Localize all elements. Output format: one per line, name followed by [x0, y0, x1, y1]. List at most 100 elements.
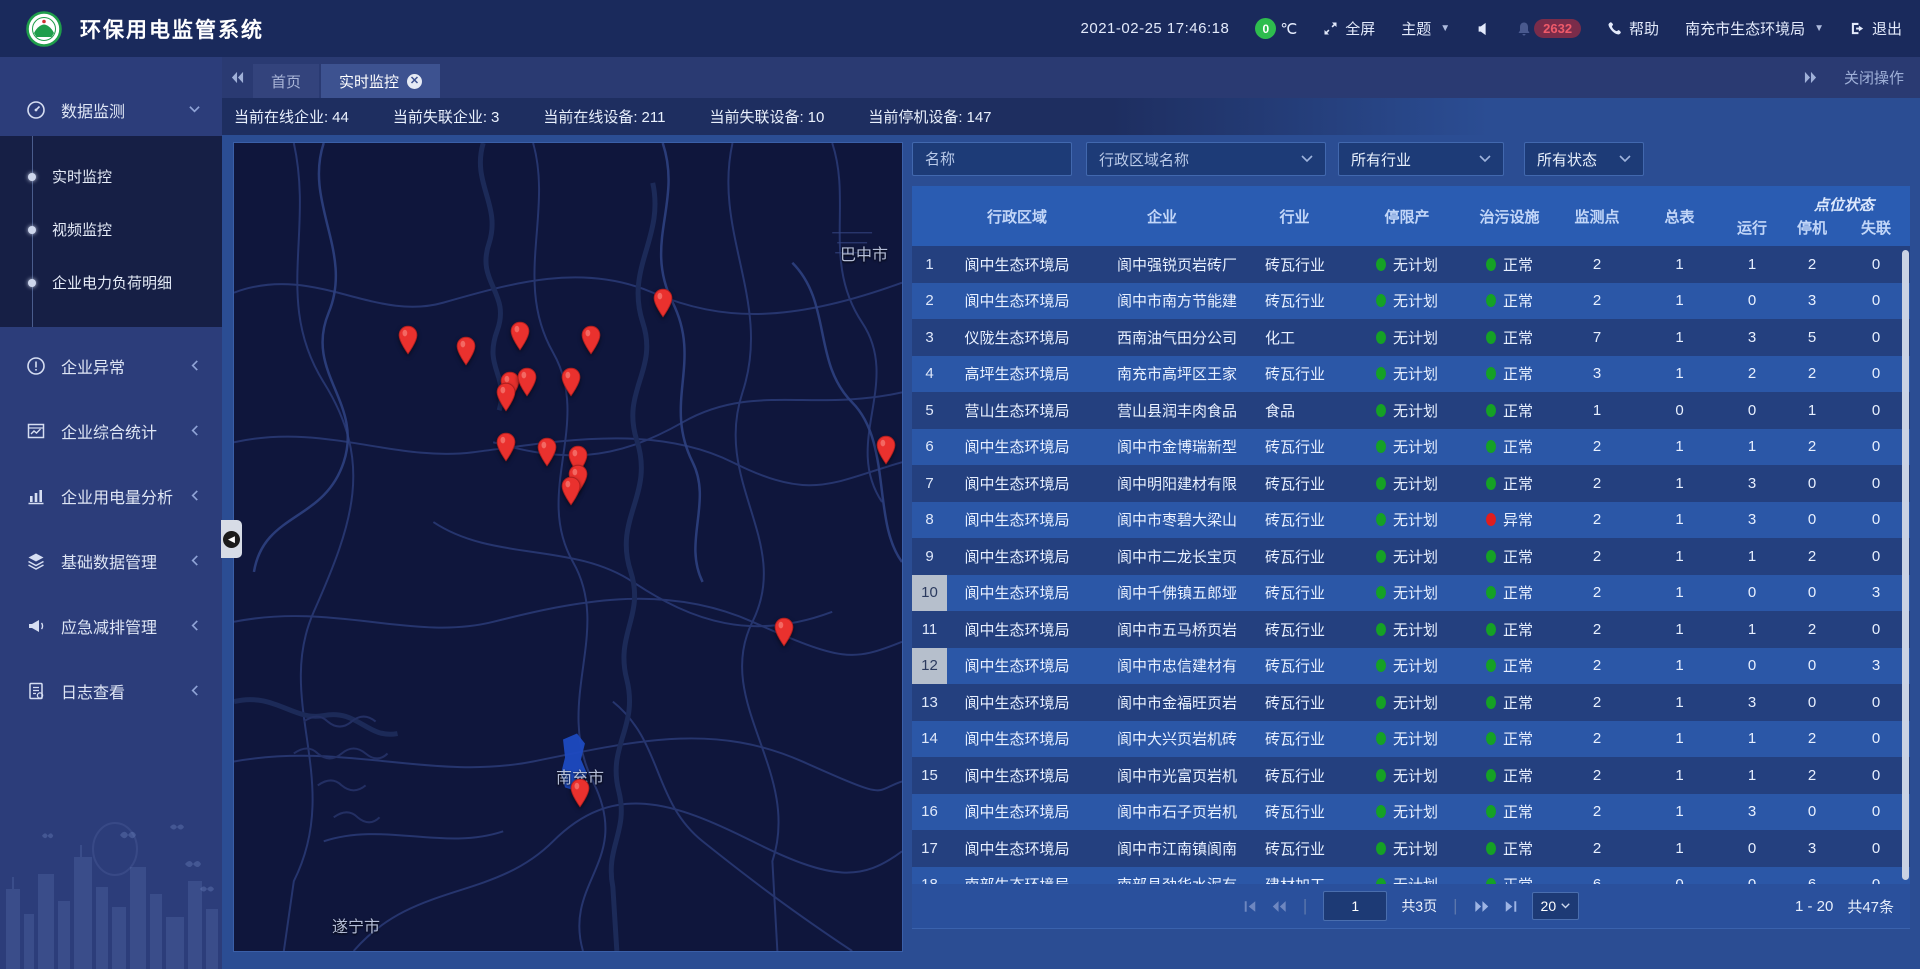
theme-dropdown[interactable]: 主题 ▼ [1401, 18, 1450, 39]
sidebar-item-power-usage-analysis[interactable]: 企业用电量分析 [0, 469, 222, 522]
sidebar-group-base-data-mgmt: 基础数据管理 [0, 534, 222, 587]
help-label: 帮助 [1629, 18, 1659, 39]
map-pin[interactable] [773, 617, 795, 647]
map-pin[interactable] [875, 435, 897, 465]
logout-button[interactable]: 退出 [1850, 18, 1902, 39]
cell-meters: 1 [1637, 584, 1722, 601]
tabs-scroll-left-button[interactable] [230, 71, 245, 84]
cell-stopped: 0 [1782, 694, 1842, 711]
map-pin[interactable] [516, 367, 538, 397]
cell-region: 营山生态环境局 [947, 400, 1087, 421]
table-row[interactable]: 17 阆中生态环境局 阆中市江南镇阆南页岩 砖瓦行业 无计划 正常 2 1 0 … [912, 830, 1910, 867]
table-row[interactable]: 15 阆中生态环境局 阆中市光富页岩机砖厂 砖瓦行业 无计划 正常 2 1 1 … [912, 757, 1910, 794]
status-dot-icon [1486, 440, 1496, 453]
map-pin[interactable] [580, 325, 602, 355]
page-size-select[interactable]: 20 [1532, 892, 1580, 920]
table-row[interactable]: 8 阆中生态环境局 阆中市枣碧大梁山页岩 砖瓦行业 无计划 异常 2 1 3 0… [912, 502, 1910, 539]
sidebar-subitem-power-load-detail[interactable]: 企业电力负荷明细 [0, 256, 222, 309]
cell-row-index: 3 [912, 319, 947, 356]
cell-points: 2 [1557, 584, 1637, 601]
cell-lost: 0 [1842, 438, 1910, 455]
table-scrollbar[interactable] [1902, 250, 1909, 880]
stats-bar: 当前在线企业:44当前失联企业:3当前在线设备:211当前失联设备:10当前停机… [222, 98, 1920, 135]
map-pin[interactable] [560, 476, 582, 506]
sidebar-subitem-realtime-monitoring[interactable]: 实时监控 [0, 150, 222, 203]
industry-filter-select[interactable]: 所有行业 [1338, 142, 1504, 176]
table-row[interactable]: 11 阆中生态环境局 阆中市五马桥页岩机砖 砖瓦行业 无计划 正常 2 1 1 … [912, 611, 1910, 648]
tab-close-icon[interactable]: ✕ [407, 74, 422, 89]
cell-running: 3 [1722, 803, 1782, 820]
sidebar-submenu-data-monitoring: 实时监控视频监控企业电力负荷明细 [0, 136, 222, 327]
table-row[interactable]: 14 阆中生态环境局 阆中大兴页岩机砖厂 砖瓦行业 无计划 正常 2 1 1 2… [912, 721, 1910, 758]
stat-online-devices: 当前在线设备:211 [543, 106, 665, 127]
header-point-status: 点位状态 [1750, 194, 1920, 215]
tab-home[interactable]: 首页 [253, 64, 319, 98]
cell-running: 1 [1722, 730, 1782, 747]
sidebar-collapse-button[interactable]: ◀ [221, 520, 242, 558]
header-limit: 停限产 [1352, 186, 1462, 246]
org-dropdown[interactable]: 南充市生态环境局 ▼ [1685, 18, 1824, 39]
cell-points: 2 [1557, 548, 1637, 565]
table-row[interactable]: 7 阆中生态环境局 阆中明阳建材有限公司 砖瓦行业 无计划 正常 2 1 3 0… [912, 465, 1910, 502]
map-pin[interactable] [560, 367, 582, 397]
table-row[interactable]: 2 阆中生态环境局 阆中市南方节能建材有 砖瓦行业 无计划 正常 2 1 0 3… [912, 283, 1910, 320]
table-row[interactable]: 12 阆中生态环境局 阆中市忠信建材有限公 砖瓦行业 无计划 正常 2 1 0 … [912, 648, 1910, 685]
last-page-button[interactable] [1504, 900, 1518, 913]
status-dot-icon [1376, 440, 1386, 453]
tab-realtime-monitoring[interactable]: 实时监控✕ [321, 64, 440, 98]
chevron-left-icon: ◀ [223, 531, 240, 548]
name-filter-input[interactable] [912, 142, 1072, 176]
status-dot-icon [1376, 659, 1386, 672]
table-row[interactable]: 3 仪陇生态环境局 西南油气田分公司川中 化工 无计划 正常 7 1 3 5 0 [912, 319, 1910, 356]
table-row[interactable]: 18 南部生态环境局 南部县劲华水泥有限公 建材加工 无计划 正常 6 0 0 … [912, 867, 1910, 885]
cell-running: 1 [1722, 621, 1782, 638]
table-row[interactable]: 10 阆中生态环境局 阆中千佛镇五郎垭页岩 砖瓦行业 无计划 正常 2 1 0 … [912, 575, 1910, 612]
status-filter-select[interactable]: 所有状态 [1524, 142, 1644, 176]
status-dot-icon [1376, 769, 1386, 782]
prev-page-button[interactable] [1271, 900, 1287, 913]
cell-region: 阆中生态环境局 [947, 254, 1087, 275]
sidebar-item-base-data-mgmt[interactable]: 基础数据管理 [0, 534, 222, 587]
map-pin[interactable] [397, 325, 419, 355]
cell-points: 2 [1557, 767, 1637, 784]
sidebar-item-log-view[interactable]: 日志查看 [0, 664, 222, 717]
table-row[interactable]: 6 阆中生态环境局 阆中市金博瑞新型墙材 砖瓦行业 无计划 正常 2 1 1 2… [912, 429, 1910, 466]
header-points: 监测点 [1557, 186, 1637, 246]
page-number-input[interactable] [1323, 891, 1387, 921]
map-pin[interactable] [455, 336, 477, 366]
status-dot-icon [1486, 659, 1496, 672]
map-pin[interactable] [495, 382, 517, 412]
tabs-scroll-right-button[interactable] [1803, 71, 1818, 84]
cell-industry: 砖瓦行业 [1237, 655, 1352, 676]
mute-button[interactable] [1476, 22, 1490, 36]
map-panel: 巴中市南充市遂宁市 [233, 142, 903, 952]
table-row[interactable]: 13 阆中生态环境局 阆中市金福旺页岩机砖 砖瓦行业 无计划 正常 2 1 3 … [912, 684, 1910, 721]
sidebar-item-enterprise-abnormal[interactable]: 企业异常 [0, 339, 222, 392]
cell-company: 阆中千佛镇五郎垭页岩 [1087, 582, 1237, 603]
table-row[interactable]: 9 阆中生态环境局 阆中市二龙长宝页岩砖 砖瓦行业 无计划 正常 2 1 1 2… [912, 538, 1910, 575]
table-row[interactable]: 5 营山生态环境局 营山县润丰肉食品有限 食品 无计划 正常 1 0 0 1 0 [912, 392, 1910, 429]
bell-icon [1516, 21, 1532, 37]
map-pin[interactable] [652, 288, 674, 318]
next-page-button[interactable] [1474, 900, 1490, 913]
sidebar-item-data-monitoring[interactable]: 数据监测 [0, 83, 222, 136]
fullscreen-button[interactable]: 全屏 [1323, 18, 1375, 39]
sidebar-item-enterprise-stats[interactable]: 企业综合统计 [0, 404, 222, 457]
cell-facility-status: 正常 [1462, 473, 1557, 494]
map-pin[interactable] [509, 321, 531, 351]
close-operations-button[interactable]: 关闭操作 [1844, 67, 1904, 88]
first-page-button[interactable] [1243, 900, 1257, 913]
help-button[interactable]: 帮助 [1607, 18, 1659, 39]
table-row[interactable]: 16 阆中生态环境局 阆中市石子页岩机砖厂 砖瓦行业 无计划 正常 2 1 3 … [912, 794, 1910, 831]
fullscreen-icon [1323, 21, 1338, 36]
map-pin[interactable] [536, 437, 558, 467]
map-pin[interactable] [495, 432, 517, 462]
sidebar-subitem-video-monitoring[interactable]: 视频监控 [0, 203, 222, 256]
table-row[interactable]: 4 高坪生态环境局 南充市高坪区王家店建 砖瓦行业 无计划 正常 3 1 2 2… [912, 356, 1910, 393]
sidebar-item-emergency-reduction[interactable]: 应急减排管理 [0, 599, 222, 652]
notification-button[interactable]: 2632 [1516, 19, 1581, 38]
cell-running: 3 [1722, 475, 1782, 492]
region-filter-select[interactable]: 行政区域名称 [1086, 142, 1326, 176]
map-pin[interactable] [569, 778, 591, 808]
table-row[interactable]: 1 阆中生态环境局 阆中强锐页岩砖厂 砖瓦行业 无计划 正常 2 1 1 2 0 [912, 246, 1910, 283]
